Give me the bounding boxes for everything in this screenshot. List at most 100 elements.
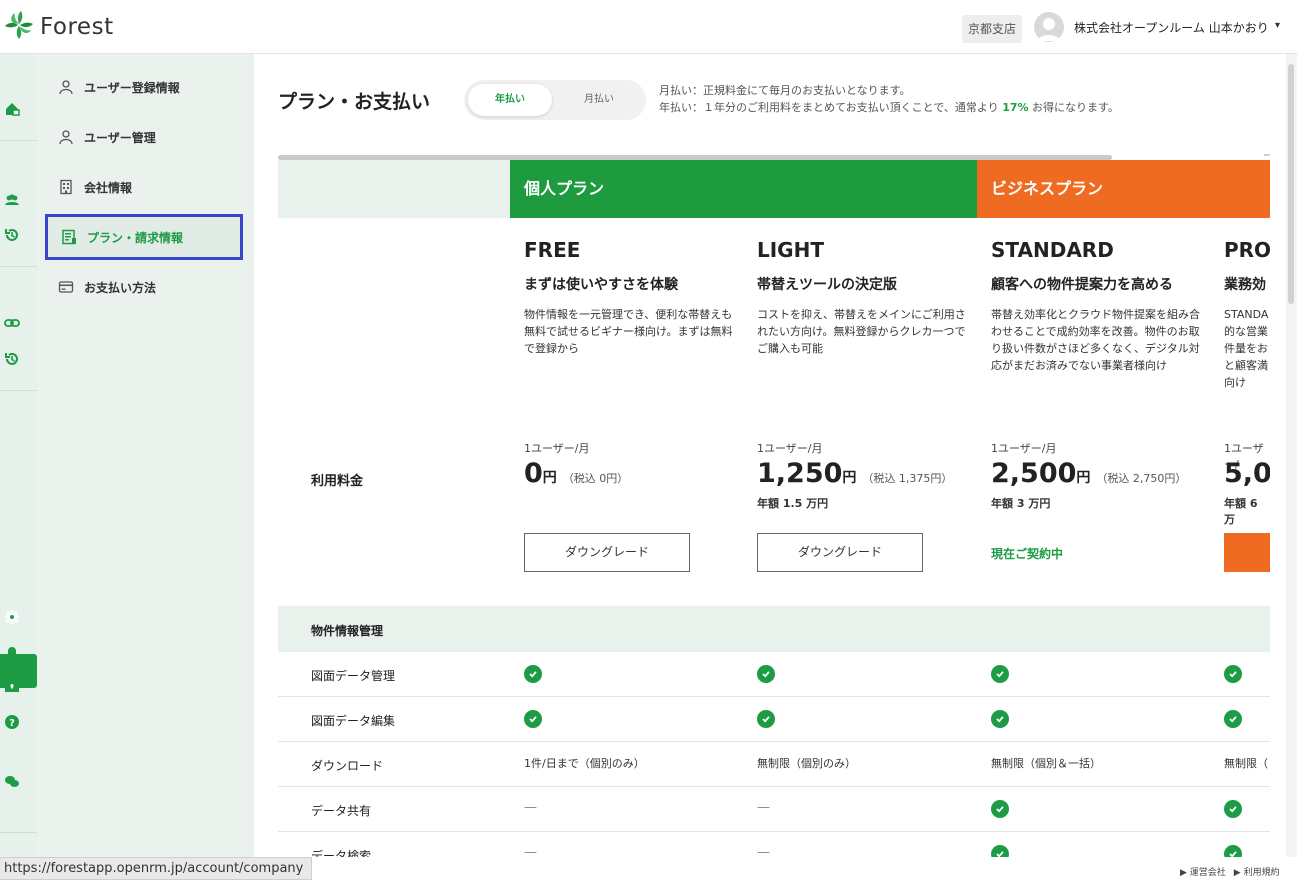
plan-column-standard: STANDARD 顧客への物件提案力を高める 帯替え効率化とクラウド物件提案を組… bbox=[977, 218, 1210, 604]
chevron-down-icon[interactable]: ▾ bbox=[1275, 20, 1280, 31]
submenu-item-user-registration[interactable]: ユーザー登録情報 bbox=[45, 64, 243, 110]
check-icon bbox=[757, 710, 775, 728]
user-name[interactable]: 株式会社オープンルーム 山本かおり bbox=[1074, 19, 1269, 36]
feature-row: データ検索 — — bbox=[278, 832, 1270, 857]
app-header: Forest 京都支店 株式会社オープンルーム 山本かおり ▾ bbox=[0, 0, 1297, 54]
person-icon bbox=[58, 79, 74, 95]
plan-description: コストを抑え、帯替えをメインにご利用されたい方向け。無料登録からクレカ一つでご購… bbox=[757, 308, 966, 355]
plan-tagline: 帯替えツールの決定版 bbox=[757, 277, 897, 293]
price-row-label: 利用料金 bbox=[311, 474, 364, 489]
downgrade-button[interactable]: ダウングレード bbox=[757, 533, 923, 572]
check-icon bbox=[524, 665, 542, 683]
section-header-property: 物件情報管理 bbox=[278, 606, 1270, 652]
upgrade-button[interactable] bbox=[1224, 533, 1270, 572]
check-icon bbox=[1224, 710, 1242, 728]
plan-tagline: まずは使いやすさを体験 bbox=[524, 277, 678, 293]
branch-badge[interactable]: 京都支店 bbox=[962, 15, 1023, 43]
scrollbar-thumb[interactable] bbox=[1288, 64, 1294, 304]
submenu-item-label: ユーザー管理 bbox=[84, 130, 156, 145]
history-icon[interactable] bbox=[3, 350, 21, 368]
dash-cell: — bbox=[524, 845, 537, 857]
check-icon bbox=[757, 665, 775, 683]
plan-price: 5,00 bbox=[1224, 458, 1270, 489]
plan-name: STANDARD bbox=[991, 238, 1114, 262]
check-icon bbox=[991, 845, 1009, 857]
avatar[interactable] bbox=[1034, 12, 1064, 42]
submenu-item-label: お支払い方法 bbox=[84, 280, 157, 295]
map-icon[interactable] bbox=[3, 678, 21, 696]
feature-name: データ検索 bbox=[311, 849, 372, 857]
person-icon bbox=[58, 129, 74, 145]
chat-icon[interactable] bbox=[3, 773, 21, 791]
price-unit: 1ユーザー/月 bbox=[757, 442, 823, 455]
icon-rail: ? bbox=[0, 54, 37, 880]
submenu-item-company-info[interactable]: 会社情報 bbox=[45, 164, 243, 210]
toggle-annual[interactable]: 年払い bbox=[468, 84, 552, 116]
submenu-item-payment-method[interactable]: お支払い方法 bbox=[45, 264, 243, 310]
submenu-item-label: ユーザー登録情報 bbox=[84, 80, 180, 95]
feature-name: 図面データ管理 bbox=[311, 669, 396, 683]
plan-name: FREE bbox=[524, 238, 581, 262]
user-icon bbox=[1038, 18, 1060, 41]
price-label-cell: 利用料金 bbox=[278, 218, 510, 604]
plan-name: PRO bbox=[1224, 238, 1270, 262]
billing-note: 月払い：正規料金にて毎月のお支払いとなります。 年払い：１年分のご利用料をまとめ… bbox=[659, 82, 1119, 116]
link-icon[interactable] bbox=[3, 314, 21, 332]
feature-row: 図面データ管理 bbox=[278, 652, 1270, 697]
feature-row: ダウンロード 1件/日まで（個別のみ） 無制限（個別のみ） 無制限（個別＆一括） 無制限… bbox=[278, 742, 1270, 787]
toggle-monthly[interactable]: 月払い bbox=[556, 84, 642, 116]
credit-card-icon bbox=[58, 279, 74, 295]
check-icon bbox=[1224, 665, 1242, 683]
group-header-personal: 個人プラン bbox=[510, 160, 977, 218]
section-title: 物件情報管理 bbox=[311, 624, 384, 638]
submenu-item-label: 会社情報 bbox=[84, 180, 133, 195]
main-content: プラン・お支払い 年払い 月払い 月払い：正規料金にて毎月のお支払いとなります。… bbox=[254, 54, 1297, 857]
submenu-item-label: プラン・請求情報 bbox=[87, 230, 184, 245]
check-icon bbox=[991, 800, 1009, 818]
note-monthly: 月払い：正規料金にて毎月のお支払いとなります。 bbox=[659, 84, 911, 97]
feature-row: 図面データ編集 bbox=[278, 697, 1270, 742]
plan-tagline: 顧客への物件提案力を高める bbox=[991, 277, 1173, 293]
logo-text: Forest bbox=[40, 14, 114, 40]
scrollbar-track-end bbox=[1264, 154, 1270, 156]
group-header-business: ビジネスプラン bbox=[977, 160, 1270, 218]
check-icon bbox=[524, 710, 542, 728]
plan-price: 1,250円 （税込 1,375円） bbox=[757, 458, 953, 489]
footer-link-terms[interactable]: ▶ 利用規約 bbox=[1234, 865, 1280, 878]
header-blank-cell bbox=[278, 160, 510, 218]
current-plan-label: 現在ご契約中 bbox=[991, 547, 1064, 561]
history-icon[interactable] bbox=[3, 226, 21, 244]
bell-icon[interactable] bbox=[3, 643, 21, 661]
footer-link-company[interactable]: ▶ 運営会社 bbox=[1180, 865, 1226, 878]
svg-text:?: ? bbox=[9, 718, 15, 729]
plan-comparison-table: 個人プラン ビジネスプラン 利用料金 FREE まずは使いやすさを体験 物件情報… bbox=[278, 160, 1270, 857]
check-icon bbox=[991, 665, 1009, 683]
discount-highlight: 17% bbox=[1002, 101, 1029, 114]
gear-icon[interactable] bbox=[3, 608, 21, 626]
logo[interactable]: Forest bbox=[4, 10, 114, 44]
help-icon[interactable]: ? bbox=[3, 713, 21, 731]
plan-description: STANDA 的な営業 件量をお と顧客満 向け bbox=[1224, 308, 1269, 389]
settings-submenu: ユーザー登録情報 ユーザー管理 会社情報 プラン・請求情報 お支払い方法 bbox=[37, 54, 254, 880]
plan-price: 0円 （税込 0円） bbox=[524, 458, 629, 489]
billing-cycle-toggle[interactable]: 年払い 月払い bbox=[464, 80, 646, 120]
feature-value: 1件/日まで（個別のみ） bbox=[524, 757, 645, 770]
dash-cell: — bbox=[757, 800, 770, 815]
submenu-item-user-management[interactable]: ユーザー管理 bbox=[45, 114, 243, 160]
forest-leaf-icon bbox=[4, 10, 34, 44]
plan-price: 2,500円 （税込 2,750円） bbox=[991, 458, 1187, 489]
feature-name: ダウンロード bbox=[311, 759, 384, 773]
check-icon bbox=[1224, 800, 1242, 818]
vertical-scrollbar[interactable] bbox=[1286, 54, 1297, 857]
plan-tagline: 業務効 bbox=[1224, 277, 1266, 293]
downgrade-button[interactable]: ダウングレード bbox=[524, 533, 690, 572]
plan-column-pro: PRO 業務効 STANDA 的な営業 件量をお と顧客満 向け 1ユーザー/ … bbox=[1210, 218, 1270, 604]
users-icon[interactable] bbox=[3, 191, 21, 209]
feature-name: 図面データ編集 bbox=[311, 714, 396, 728]
check-icon bbox=[991, 710, 1009, 728]
dash-cell: — bbox=[524, 800, 537, 815]
annual-price: 年額 3 万円 bbox=[991, 497, 1051, 510]
home-icon[interactable] bbox=[3, 100, 21, 118]
submenu-item-plan-billing[interactable]: プラン・請求情報 bbox=[45, 214, 243, 260]
feature-row: データ共有 — — bbox=[278, 787, 1270, 832]
